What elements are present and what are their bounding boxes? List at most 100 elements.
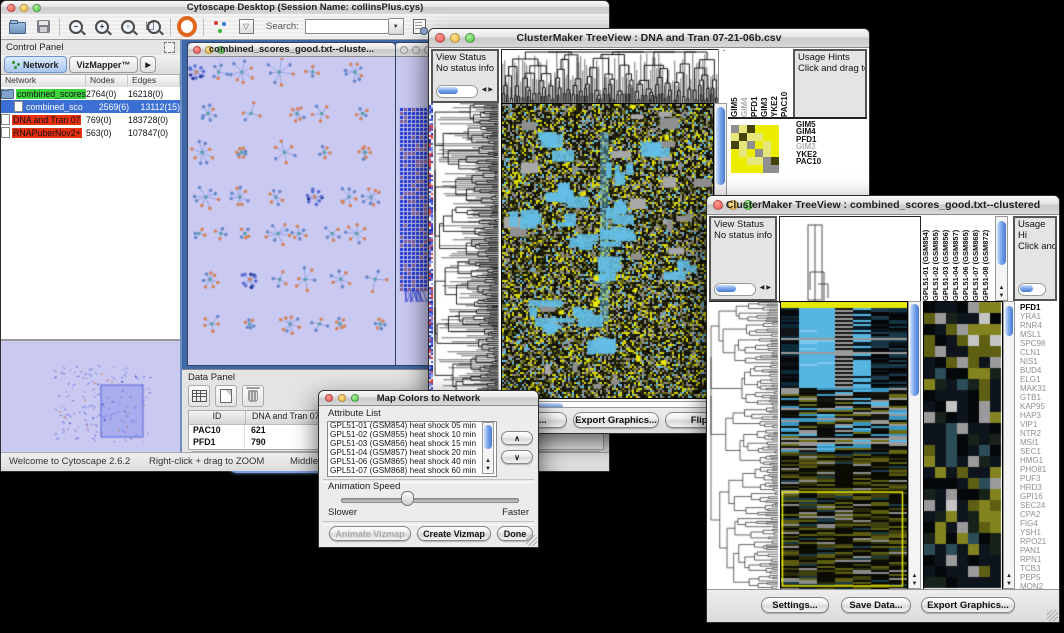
tab-vizmapper[interactable]: VizMapper™ xyxy=(69,56,139,73)
minimize-button[interactable] xyxy=(728,200,738,210)
tab-overflow-arrow[interactable]: ▶ xyxy=(140,56,155,73)
network-table-row[interactable]: DNA and Tran 07769(0)183728(0) xyxy=(1,113,180,126)
help-ring-icon[interactable] xyxy=(177,17,197,37)
tv2-zoom-heatmap[interactable] xyxy=(923,301,1003,591)
close-button[interactable] xyxy=(325,394,333,402)
scroll-arrows[interactable]: ◀▶ xyxy=(760,283,773,294)
frame-close-button[interactable] xyxy=(193,46,201,54)
close-button[interactable] xyxy=(713,200,723,210)
network-view[interactable] xyxy=(188,58,395,365)
scroll-down-arrow[interactable]: ▼ xyxy=(909,580,920,588)
scroll-up-arrow[interactable]: ▲ xyxy=(909,572,920,580)
gene-label[interactable]: SEC1 xyxy=(1020,447,1057,456)
tv1-column-dendrogram[interactable] xyxy=(501,49,719,105)
close-button[interactable] xyxy=(435,33,445,43)
dialog-titlebar[interactable]: Map Colors to Network xyxy=(319,391,538,406)
tv1-titlebar[interactable]: ClusterMaker TreeView : DNA and Tran 07-… xyxy=(429,29,869,48)
tv1-heatmap[interactable] xyxy=(501,103,714,399)
tv2-heatmap[interactable] xyxy=(780,301,908,591)
tv2-heatmap-vscrollbar[interactable]: ▲ ▼ xyxy=(908,301,921,589)
gene-label[interactable]: YSH1 xyxy=(1020,528,1057,537)
scroll-down-arrow[interactable]: ▼ xyxy=(1004,580,1014,588)
main-titlebar[interactable]: Cytoscape Desktop (Session Name: collins… xyxy=(1,1,609,15)
gene-label[interactable]: HAP3 xyxy=(1020,411,1057,420)
scroll-thumb[interactable] xyxy=(716,107,725,185)
gene-label[interactable]: SPC98 xyxy=(1020,339,1057,348)
gene-label[interactable]: RPO21 xyxy=(1020,537,1057,546)
gene-label[interactable]: HMG1 xyxy=(1020,456,1057,465)
gene-label[interactable]: TCB3 xyxy=(1020,564,1057,573)
scroll-thumb[interactable] xyxy=(910,304,919,396)
tv2-labels-vscrollbar[interactable]: ▲ ▼ xyxy=(995,216,1008,301)
tv2-zoom-vscrollbar[interactable]: ▲ ▼ xyxy=(1003,301,1015,589)
zoom-window-button[interactable] xyxy=(33,3,42,12)
gene-label[interactable]: PEP5 xyxy=(1020,573,1057,582)
minimize-button[interactable] xyxy=(338,394,346,402)
gene-label[interactable]: HRD3 xyxy=(1020,483,1057,492)
gene-label[interactable]: MAK31 xyxy=(1020,384,1057,393)
animation-slider-track[interactable] xyxy=(341,498,519,503)
network-frame[interactable]: combined_scores_good.txt--cluste... xyxy=(187,42,396,366)
export-graphics-button[interactable]: Export Graphics... xyxy=(573,412,659,428)
gene-label[interactable]: RPN1 xyxy=(1020,555,1057,564)
tv1-zoom-matrix[interactable] xyxy=(731,125,779,173)
gene-label[interactable]: MON2 xyxy=(1020,582,1057,589)
gene-label[interactable]: MSL1 xyxy=(1020,330,1057,339)
attribute-list-scrollbar[interactable]: ▲ ▼ xyxy=(482,422,494,474)
minimize-button[interactable] xyxy=(20,3,29,12)
create-vizmap-button[interactable]: Create Vizmap xyxy=(417,526,491,541)
delete-attribute-icon[interactable] xyxy=(242,385,264,407)
move-up-button[interactable]: ∧ xyxy=(501,431,533,445)
search-index-icon[interactable] xyxy=(410,17,430,37)
gene-label[interactable]: YRA1 xyxy=(1020,312,1057,321)
frame-zoom-button[interactable] xyxy=(217,46,225,54)
gene-label[interactable]: CPA2 xyxy=(1020,510,1057,519)
network-table-row[interactable]: combined_sco2569(6)13112(15) xyxy=(1,100,180,113)
gene-label[interactable]: KAP95 xyxy=(1020,402,1057,411)
view-status-scrollbar[interactable] xyxy=(436,85,478,98)
float-panel-icon[interactable] xyxy=(164,42,175,53)
gene-label[interactable]: GPI16 xyxy=(1020,492,1057,501)
vizmapper-icon[interactable] xyxy=(210,17,230,37)
close-button[interactable] xyxy=(7,3,16,12)
search-input[interactable] xyxy=(305,19,389,34)
zoom-in-icon[interactable]: + xyxy=(92,17,112,37)
tv2-row-dendrogram[interactable] xyxy=(709,301,779,590)
attribute-list[interactable]: GPL51-01 (GSM854) heat shock 05 minGPL51… xyxy=(327,421,497,477)
gene-label[interactable]: RNR4 xyxy=(1020,321,1057,330)
gene-label[interactable]: SEC24 xyxy=(1020,501,1057,510)
gene-label[interactable]: FIG4 xyxy=(1020,519,1057,528)
usage-hints-scrollbar[interactable] xyxy=(1018,283,1046,296)
gene-label[interactable]: CLN1 xyxy=(1020,348,1057,357)
scroll-up-arrow[interactable]: ▲ xyxy=(996,284,1007,292)
search-dropdown-icon[interactable]: ▼ xyxy=(389,18,404,35)
zoom-fit-icon[interactable]: ⃞ xyxy=(144,17,164,37)
annotation-icon[interactable]: ▽ xyxy=(236,17,256,37)
attribute-list-item[interactable]: GPL51-07 (GSM868) heat shock 60 min xyxy=(328,467,496,476)
tab-network[interactable]: Network xyxy=(4,56,67,73)
animate-vizmap-button[interactable]: Animate Vizmap xyxy=(329,526,411,541)
tv2-column-dendrogram[interactable] xyxy=(779,216,921,303)
frame1-titlebar[interactable]: combined_scores_good.txt--cluste... xyxy=(188,43,395,57)
frame-minimize-button[interactable] xyxy=(205,46,213,54)
scroll-down-arrow[interactable]: ▼ xyxy=(996,292,1007,300)
gene-label[interactable]: PHO81 xyxy=(1020,465,1057,474)
gene-label[interactable]: PAC10 xyxy=(796,158,867,165)
gene-label[interactable]: NTR2 xyxy=(1020,429,1057,438)
scroll-up-arrow[interactable]: ▲ xyxy=(1004,572,1014,580)
resize-grip[interactable] xyxy=(1047,610,1058,621)
network-table-row[interactable]: RNAPuberNov2+563(0)107847(0) xyxy=(1,126,180,139)
network-table-row[interactable]: combined_scores2764(0)16218(0) xyxy=(1,87,180,100)
zoom-selected-icon[interactable]: ▫ xyxy=(118,17,138,37)
resize-grip[interactable] xyxy=(526,535,537,546)
tv2-titlebar[interactable]: ClusterMaker TreeView : combined_scores_… xyxy=(707,196,1059,215)
animation-slider-thumb[interactable] xyxy=(401,491,414,506)
gene-label[interactable]: PUF3 xyxy=(1020,474,1057,483)
scroll-thumb[interactable] xyxy=(997,221,1006,265)
gene-label[interactable]: NIS1 xyxy=(1020,357,1057,366)
zoom-window-button[interactable] xyxy=(351,394,359,402)
gene-label[interactable]: PFD1 xyxy=(1020,303,1057,312)
zoom-out-icon[interactable]: − xyxy=(66,17,86,37)
gene-label[interactable]: ELG1 xyxy=(1020,375,1057,384)
zoom-window-button[interactable] xyxy=(465,33,475,43)
